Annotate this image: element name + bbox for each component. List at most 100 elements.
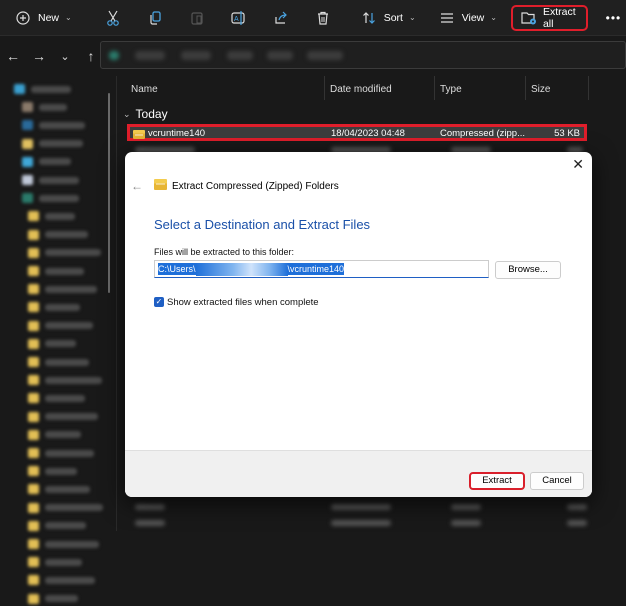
cancel-button[interactable]: Cancel	[530, 472, 584, 490]
sidebar-item[interactable]	[28, 337, 76, 351]
sidebar-item-label	[45, 540, 99, 548]
close-icon[interactable]: ✕	[572, 156, 584, 173]
folder-icon	[28, 247, 39, 258]
forward-button[interactable]: →	[26, 48, 52, 64]
sidebar-item[interactable]	[28, 482, 90, 496]
cut-button[interactable]	[98, 4, 128, 32]
sidebar-item[interactable]	[22, 173, 79, 187]
delete-icon	[314, 9, 332, 27]
sidebar-item[interactable]	[28, 209, 75, 223]
address-bar[interactable]	[100, 41, 626, 69]
sidebar-item[interactable]	[28, 537, 99, 551]
sidebar-item[interactable]	[28, 373, 102, 387]
column-header-date[interactable]: Date modified	[330, 84, 392, 95]
sidebar-item[interactable]	[28, 264, 84, 278]
divider	[434, 76, 435, 100]
sidebar-item[interactable]	[28, 464, 77, 478]
back-button[interactable]: ←	[0, 48, 26, 64]
sidebar-item[interactable]	[28, 355, 89, 369]
folder-icon	[28, 466, 39, 477]
column-header-size[interactable]: Size	[531, 84, 550, 95]
sidebar-item-label	[45, 449, 94, 457]
new-button[interactable]: New ⌄	[8, 4, 78, 32]
sidebar-item[interactable]	[28, 391, 85, 405]
show-files-label[interactable]: Show extracted files when complete	[167, 297, 319, 308]
recent-locations-button[interactable]: ⌄	[52, 50, 78, 63]
extract-dialog: ✕ ← Extract Compressed (Zipped) Folders …	[125, 152, 592, 497]
rename-button[interactable]: A	[224, 4, 254, 32]
sidebar-item-label	[45, 394, 85, 402]
paste-button[interactable]	[182, 4, 212, 32]
folder-icon	[22, 120, 33, 131]
sidebar-item[interactable]	[28, 446, 94, 460]
delete-button[interactable]	[308, 4, 338, 32]
sidebar-item-label	[45, 322, 93, 330]
folder-icon	[22, 175, 33, 185]
rename-icon: A	[230, 9, 248, 27]
file-row[interactable]	[131, 516, 591, 530]
extract-button[interactable]: Extract	[469, 472, 525, 490]
address-segment	[307, 51, 343, 60]
sidebar-item[interactable]	[28, 246, 101, 260]
sidebar-item[interactable]	[28, 592, 78, 606]
file-date: 18/04/2023 04:48	[331, 128, 405, 139]
sidebar-item[interactable]	[28, 319, 93, 333]
folder-icon	[28, 302, 39, 313]
sort-button[interactable]: Sort ⌄	[354, 4, 422, 32]
selected-file-row[interactable]: vcruntime140 18/04/2023 04:48 Compressed…	[127, 124, 587, 141]
folder-icon	[28, 484, 39, 495]
new-label: New	[38, 11, 60, 24]
sidebar-item[interactable]	[22, 137, 83, 151]
sidebar-item[interactable]	[28, 428, 81, 442]
group-header-today[interactable]: ⌄ Today	[123, 107, 168, 121]
extract-all-button[interactable]: Extract all	[510, 4, 588, 31]
folder-icon	[14, 84, 25, 94]
sidebar-item[interactable]	[28, 410, 98, 424]
sidebar-item[interactable]	[22, 100, 67, 114]
sidebar-item[interactable]	[28, 228, 88, 242]
sidebar-item-label	[45, 485, 90, 493]
sidebar-item-label	[45, 413, 98, 421]
view-button[interactable]: View ⌄	[432, 4, 503, 32]
back-arrow-icon[interactable]: ←	[131, 179, 143, 193]
sidebar-scrollbar[interactable]	[108, 93, 110, 293]
show-files-checkbox[interactable]: ✓	[154, 297, 164, 307]
more-options-button[interactable]: •••	[600, 4, 626, 32]
sidebar-item[interactable]	[28, 573, 95, 587]
file-row[interactable]	[131, 500, 591, 514]
sidebar-item[interactable]	[22, 155, 71, 169]
paste-icon	[188, 9, 206, 27]
folder-icon	[28, 557, 39, 568]
column-header-type[interactable]: Type	[440, 84, 462, 95]
folder-icon	[22, 156, 33, 167]
sidebar-item[interactable]	[28, 555, 82, 569]
more-icon: •••	[605, 10, 622, 25]
file-type: Compressed (zipp...	[440, 128, 526, 139]
folder-icon	[28, 575, 39, 586]
dialog-heading: Select a Destination and Extract Files	[154, 217, 371, 232]
sidebar-item-label	[45, 249, 101, 257]
sidebar-item[interactable]	[28, 501, 103, 515]
column-header-name[interactable]: Name	[131, 84, 158, 95]
address-segment	[267, 51, 293, 60]
sidebar-item[interactable]	[28, 300, 80, 314]
copy-button[interactable]	[140, 4, 170, 32]
sidebar-item[interactable]	[14, 82, 71, 96]
destination-path-input[interactable]: C:\Users\ \vcruntime140	[154, 260, 489, 278]
browse-button[interactable]: Browse...	[495, 261, 561, 279]
sidebar-item-label	[45, 358, 89, 366]
sidebar-item-label	[45, 340, 76, 348]
folder-icon	[28, 429, 39, 440]
folder-icon	[28, 393, 39, 404]
redacted-username	[195, 263, 288, 276]
file-name: vcruntime140	[148, 128, 206, 139]
path-prefix: C:\Users\	[158, 262, 196, 275]
address-segment	[227, 51, 253, 60]
sidebar-item[interactable]	[22, 118, 85, 132]
extract-all-label: Extract all	[542, 5, 576, 30]
sidebar-item-label	[45, 504, 103, 512]
sidebar-item[interactable]	[22, 191, 79, 205]
zip-folder-icon	[154, 179, 167, 193]
share-button[interactable]	[266, 4, 296, 32]
sidebar-item[interactable]	[28, 282, 97, 296]
